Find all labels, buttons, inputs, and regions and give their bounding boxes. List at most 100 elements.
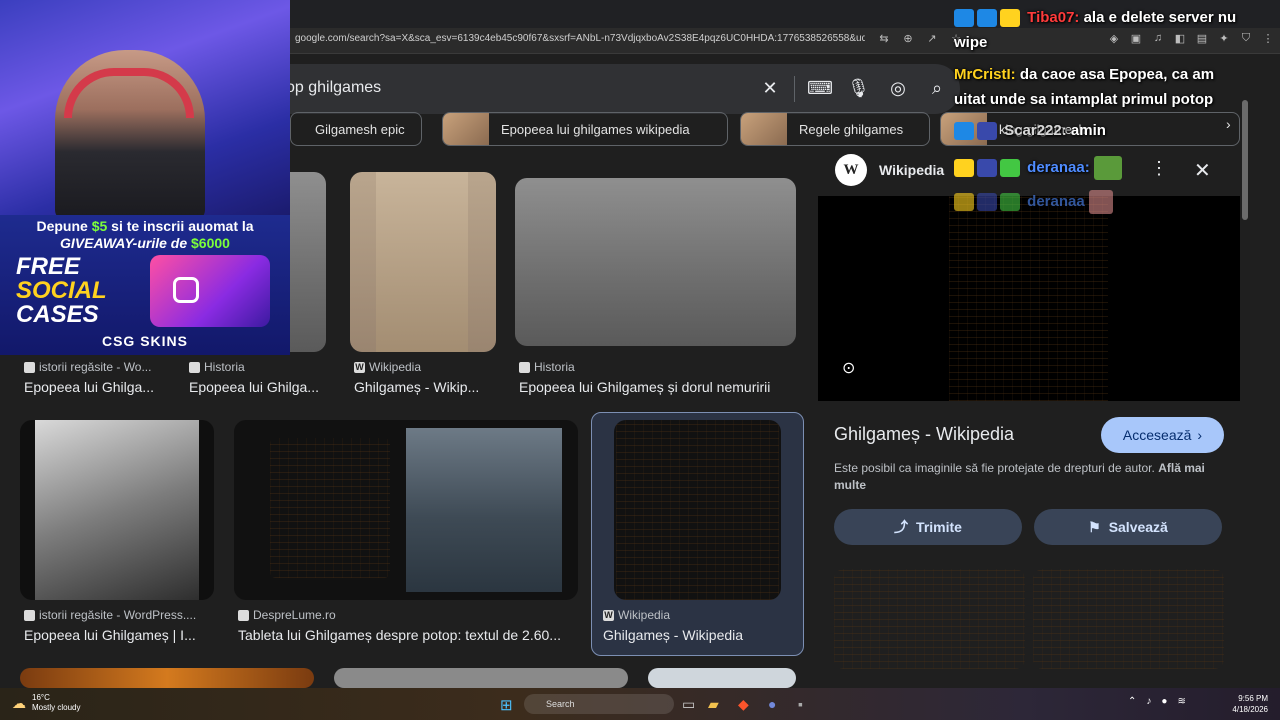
badge-icon (1000, 193, 1020, 211)
translate-icon[interactable]: ⇆ (876, 32, 892, 45)
visit-button-label: Accesează (1122, 427, 1192, 443)
url-text[interactable]: google.com/search?sa=X&sca_esv=6139c4eb4… (295, 33, 865, 44)
clay-tablet-image (616, 420, 779, 600)
keyboard-icon[interactable]: ⌨ (807, 78, 833, 99)
webcam-overlay (0, 0, 290, 215)
windows-taskbar: ☁ 16°C Mostly cloudy ⊞ Search ▭ ▰ ◆ ● ▪ … (0, 688, 1280, 720)
save-button-label: Salvează (1108, 519, 1168, 535)
close-icon[interactable]: ✕ (1194, 158, 1211, 183)
chat-message: Tiba07: ala e delete server nu (954, 9, 1236, 28)
file-explorer-icon[interactable]: ▰ (708, 696, 719, 713)
promo-overlay: Depune $5 si te inscrii auomat la GIVEAW… (0, 215, 290, 355)
lens-search-icon[interactable]: ⊙ (842, 358, 855, 378)
panel-site-name[interactable]: Wikipedia (879, 162, 944, 178)
microphone-icon[interactable]: 🎙 (847, 78, 870, 99)
result-title[interactable]: Ghilgameș - Wikipedia (603, 627, 793, 643)
emote-icon (1093, 156, 1122, 180)
time: 9:56 PM (1238, 694, 1268, 703)
share-button[interactable]: ⤴ Trimite (834, 509, 1022, 545)
wallet-icon[interactable]: ▤ (1194, 32, 1210, 45)
brand-logo: CSG SKINS (101, 333, 188, 349)
result-image[interactable] (334, 668, 628, 688)
promo-line-1: Depune $5 si te inscrii auomat la (36, 218, 254, 234)
result-source: istorii regăsite - Wo... (24, 360, 164, 374)
microphone-icon[interactable]: ● (1161, 696, 1167, 707)
chip-epopeea-wikipedia[interactable]: Epopeea lui ghilgames wikipedia (442, 112, 728, 146)
result-title[interactable]: Epopeea lui Ghilga... (24, 379, 164, 395)
sidebar-icon[interactable]: ◧ (1172, 32, 1188, 45)
crown-badge-icon (954, 193, 974, 211)
search-input[interactable]: op ghilgames (286, 79, 381, 97)
site-favicon-icon (24, 361, 35, 373)
menu-icon[interactable]: ⋮ (1260, 32, 1276, 45)
save-button[interactable]: ⚑ Salvează (1034, 509, 1222, 545)
free-social-cases-text: FREE SOCIAL CASES (16, 253, 107, 328)
extension-icon[interactable]: ▣ (1128, 32, 1144, 45)
lens-icon[interactable]: ◎ (887, 78, 909, 99)
panel-title[interactable]: Ghilgameș - Wikipedia (834, 424, 1014, 445)
result-title[interactable]: Epopeea lui Ghilgameș | I... (24, 627, 209, 643)
bookmark-icon: ⚑ (1088, 518, 1101, 535)
result-image[interactable] (234, 420, 578, 600)
result-image[interactable] (20, 668, 314, 688)
media-icon[interactable]: ♫ (1150, 32, 1166, 45)
result-image[interactable] (350, 172, 496, 352)
cloud-icon: ☁ (12, 694, 26, 711)
result-title[interactable]: Ghilgameș - Wikip... (354, 379, 494, 395)
result-title[interactable]: Tableta lui Ghilgameș despre potop: text… (238, 627, 576, 643)
zoom-icon[interactable]: ⊕ (900, 32, 916, 45)
brave-browser-icon[interactable]: ◆ (738, 696, 749, 713)
discord-icon[interactable]: ● (768, 696, 776, 712)
windows-start-icon[interactable]: ⊞ (500, 696, 513, 714)
related-image[interactable] (1033, 569, 1224, 669)
badge-icon (1000, 159, 1020, 177)
result-title[interactable]: Epopeea lui Ghilga... (189, 379, 329, 395)
chat-message: deranaa (954, 190, 1116, 214)
result-image[interactable] (614, 420, 781, 600)
chip-thumbnail (443, 113, 489, 145)
wikipedia-logo-icon[interactable]: W (835, 154, 867, 186)
shield-icon[interactable]: ⛉ (1238, 32, 1254, 45)
result-title[interactable]: Epopeea lui Ghilgameș și dorul nemuririi (519, 379, 799, 395)
result-image[interactable] (515, 178, 796, 346)
site-favicon-icon (238, 609, 249, 621)
visit-button[interactable]: Accesează › (1101, 417, 1224, 453)
clear-icon[interactable]: ✕ (759, 78, 781, 99)
app-icon[interactable]: ▪ (798, 696, 803, 712)
result-source: DespreLume.ro (238, 608, 573, 622)
weather-widget[interactable]: ☁ 16°C Mostly cloudy (12, 693, 80, 713)
chip-thumbnail (741, 113, 787, 145)
ark-image (406, 428, 562, 592)
ai-icon[interactable]: ✦ (1216, 32, 1232, 45)
clock[interactable]: 9:56 PM 4/18/2026 (1224, 693, 1268, 715)
chip-label: Gilgamesh epic (315, 121, 405, 137)
more-options-icon[interactable]: ⋮ (1150, 158, 1168, 179)
image-preview-panel: W Wikipedia ⋮ ✕ ⊙ Ghilgameș - Wikipedia … (818, 146, 1250, 688)
gilgamesh-bust-image (35, 420, 199, 600)
taskbar-search[interactable]: Search (524, 694, 674, 714)
wifi-icon[interactable]: ≋ (1177, 696, 1185, 707)
weather-condition: Mostly cloudy (32, 703, 81, 712)
related-image[interactable] (834, 569, 1025, 669)
emote-icon (1088, 190, 1113, 214)
speaker-icon[interactable]: ♪ (1146, 696, 1151, 707)
chevron-right-icon[interactable]: › (1226, 116, 1231, 132)
panel-preview-image[interactable]: ⊙ (818, 196, 1240, 401)
chevron-up-icon[interactable]: ⌃ (1128, 696, 1136, 707)
search-box[interactable]: op ghilgames ✕ ⌨ 🎙 ◎ ⌕ (250, 64, 960, 114)
result-source: Historia (519, 360, 789, 374)
badge-icon (977, 9, 997, 28)
system-tray: ⌃ ♪ ● ≋ (1128, 696, 1186, 707)
task-view-icon[interactable]: ▭ (682, 696, 695, 713)
instagram-icon (173, 277, 199, 303)
badge-icon (977, 159, 997, 177)
panel-scrollbar[interactable] (1242, 100, 1248, 220)
share-icon[interactable]: ↗ (924, 32, 940, 45)
search-icon[interactable]: ⌕ (926, 78, 948, 99)
copyright-notice: Este posibil ca imaginile să fie proteja… (834, 461, 1205, 492)
result-image[interactable] (20, 420, 214, 600)
result-image[interactable] (648, 668, 796, 688)
extension-icon[interactable]: ◈ (1106, 32, 1122, 45)
chip-regele-ghilgames[interactable]: Regele ghilgames (740, 112, 930, 146)
chip-gilgamesh-epic[interactable]: Gilgamesh epic (290, 112, 422, 146)
